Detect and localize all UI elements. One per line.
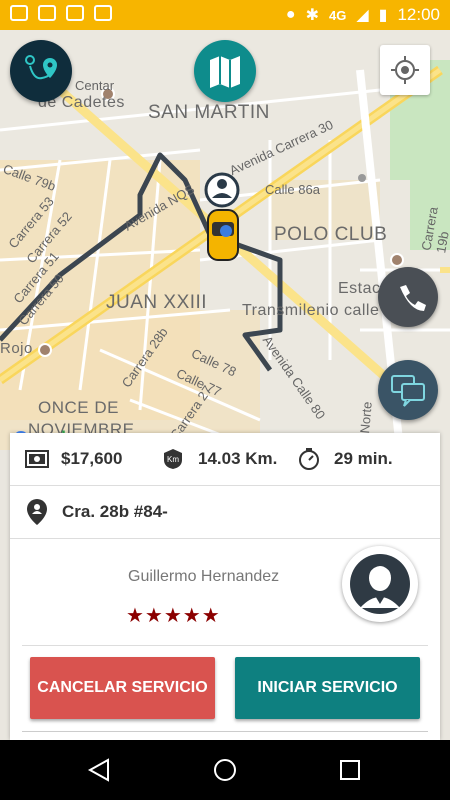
phone-icon xyxy=(400,285,426,311)
chat-icon xyxy=(391,375,425,407)
map-icon xyxy=(210,56,240,88)
user-avatar-icon xyxy=(350,554,410,614)
pickup-address: Cra. 28b #84- xyxy=(62,502,168,521)
map-label: Estac xyxy=(338,280,381,297)
system-icons: ● ✱ 4G ◢ ▮ 12:00 xyxy=(286,5,440,25)
route-button[interactable] xyxy=(10,40,72,102)
call-button[interactable] xyxy=(378,267,438,327)
gmail-icon xyxy=(66,5,84,21)
navigation-bar xyxy=(0,740,450,800)
home-icon[interactable] xyxy=(214,759,236,781)
divider xyxy=(22,645,428,646)
recents-icon[interactable] xyxy=(340,760,360,780)
battery-icon: ▮ xyxy=(378,7,388,24)
trip-summary: $17,600 Km 14.03 Km. 29 min. xyxy=(10,433,440,486)
money-icon xyxy=(25,450,49,468)
bluetooth-icon: ✱ xyxy=(305,7,319,24)
signal-icon: ◢ xyxy=(356,7,369,24)
km-icon: Km xyxy=(164,449,182,469)
route-pin-icon xyxy=(25,55,57,80)
divider xyxy=(22,731,428,732)
network-type: 4G xyxy=(328,7,347,23)
map-label: Centar xyxy=(75,78,115,93)
clock: 12:00 xyxy=(397,5,440,24)
map-label: JUAN XXIII xyxy=(106,292,208,313)
location-icon: ● xyxy=(285,6,296,23)
map-label: Rojo xyxy=(0,340,33,357)
km-badge: Km xyxy=(167,455,179,464)
pickup-address-row: Cra. 28b #84- xyxy=(10,486,440,539)
chat-button[interactable] xyxy=(378,360,438,420)
message-icon xyxy=(10,5,28,21)
map-label: Calle 86a xyxy=(265,182,320,197)
map-label: POLO CLUB xyxy=(274,224,388,245)
start-service-button[interactable]: INICIAR SERVICIO xyxy=(235,657,420,719)
cancel-service-button[interactable]: CANCELAR SERVICIO xyxy=(30,657,215,719)
back-icon[interactable] xyxy=(87,758,109,782)
stopwatch-icon xyxy=(299,448,319,470)
nav-buttons xyxy=(87,758,360,782)
distance-value: 14.03 Km. xyxy=(198,449,278,468)
map-button[interactable] xyxy=(194,40,256,102)
price-value: $17,600 xyxy=(61,449,123,468)
duration-value: 29 min. xyxy=(334,449,393,468)
map-label: Transmilenio calle xyxy=(242,302,380,319)
trip-card: $17,600 Km 14.03 Km. 29 min. Cra. 28b #8… xyxy=(10,433,440,740)
status-bar: ● ✱ 4G ◢ ▮ 12:00 xyxy=(0,0,450,30)
crosshair-icon xyxy=(391,56,419,84)
rating-stars: ★★★★★ xyxy=(126,605,221,627)
person-pin-icon xyxy=(27,499,47,525)
my-location-button[interactable] xyxy=(380,45,430,95)
avatar[interactable] xyxy=(342,546,418,622)
image-icon xyxy=(38,5,56,21)
gmail-icon xyxy=(94,5,112,21)
driver-name: Guillermo Hernandez xyxy=(128,568,280,585)
map-label: Norte xyxy=(357,401,375,434)
map-label: ONCE DE xyxy=(38,398,119,417)
map-label: SAN MARTIN xyxy=(148,102,270,123)
notification-icons xyxy=(10,5,112,21)
